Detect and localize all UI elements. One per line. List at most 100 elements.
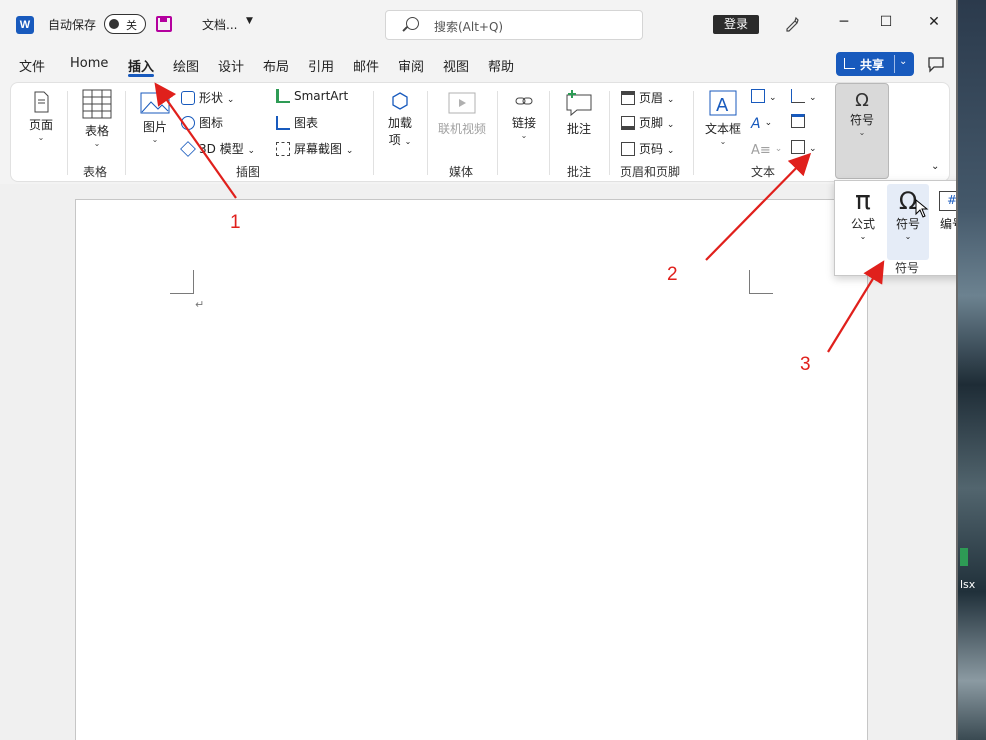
pi-icon: π — [855, 186, 871, 216]
addins-label: 加载 — [387, 116, 412, 130]
textbox-icon: A — [709, 90, 737, 116]
share-divider — [894, 55, 895, 73]
object-button[interactable]: ⌄ — [791, 140, 817, 154]
tab-file[interactable]: 文件 — [19, 56, 45, 75]
header-footer-group-label: 页眉和页脚 — [620, 165, 681, 179]
table-label: 表格 — [84, 124, 109, 138]
comment-group-label: 批注 — [567, 165, 592, 179]
chart-button[interactable]: 图表 — [276, 114, 318, 131]
chevron-down-icon: ⌄ — [666, 95, 675, 105]
share-button[interactable]: 共享 ⌄ — [836, 52, 914, 76]
desktop-file-icon[interactable] — [960, 548, 968, 566]
table-group-label: 表格 — [83, 165, 108, 179]
pen-icon[interactable] — [784, 16, 800, 32]
margin-corner-top-right — [749, 270, 773, 294]
page-button[interactable]: 页面 ⌄ — [23, 91, 59, 142]
online-video-label: 联机视频 — [437, 122, 486, 136]
margin-corner-top-left — [170, 270, 194, 294]
page-number-label: 页码 — [639, 142, 664, 156]
search-box[interactable]: 搜索(Alt+Q) — [385, 10, 643, 40]
wordart-button[interactable]: A ⌄ — [751, 114, 772, 132]
chevron-down-icon: ⌄ — [858, 128, 866, 137]
login-button[interactable]: 登录 — [713, 15, 759, 34]
date-time-button[interactable] — [791, 114, 809, 128]
footer-button[interactable]: 页脚 ⌄ — [621, 114, 674, 131]
group-separator — [373, 91, 374, 175]
tab-draw[interactable]: 绘图 — [173, 56, 199, 75]
svg-text:A: A — [716, 95, 729, 116]
chevron-down-icon: ⌄ — [226, 95, 235, 105]
header-button[interactable]: 页眉 ⌄ — [621, 89, 674, 106]
search-placeholder: 搜索(Alt+Q) — [434, 20, 504, 34]
maximize-button[interactable]: ☐ — [876, 14, 896, 34]
chevron-down-icon: ⌄ — [719, 137, 727, 146]
chevron-down-icon: ⌄ — [809, 93, 817, 103]
smartart-button[interactable]: SmartArt — [276, 89, 348, 103]
share-icon — [844, 58, 855, 69]
quick-parts-button[interactable]: ⌄ — [751, 89, 777, 103]
chevron-down-icon: ⌄ — [345, 146, 354, 156]
search-icon — [406, 17, 419, 30]
signature-line-button[interactable]: ⌄ — [791, 89, 817, 103]
link-label: 链接 — [511, 116, 536, 130]
tab-design[interactable]: 设计 — [218, 56, 244, 75]
tab-insert[interactable]: 插入 — [128, 56, 154, 75]
smartart-icon — [276, 89, 290, 103]
online-video-button[interactable]: 联机视频 — [435, 91, 489, 137]
group-separator — [693, 91, 694, 175]
tab-review[interactable]: 审阅 — [398, 56, 424, 75]
chevron-down-icon[interactable]: ▼ — [246, 16, 253, 26]
paragraph-mark-icon: ↵ — [195, 298, 205, 311]
3d-model-label: 3D 模型 — [199, 142, 244, 156]
addins-button[interactable]: 加载 项 ⌄ — [383, 91, 417, 148]
symbols-button[interactable]: Ω 符号 ⌄ — [835, 83, 889, 179]
autosave-toggle[interactable]: 关 — [104, 14, 146, 34]
page-number-button[interactable]: 页码 ⌄ — [621, 140, 674, 157]
save-icon[interactable] — [156, 16, 172, 32]
minimize-button[interactable]: ─ — [834, 14, 854, 34]
screenshot-label: 屏幕截图 — [294, 142, 343, 156]
tab-references[interactable]: 引用 — [308, 56, 334, 75]
picture-label: 图片 — [142, 120, 167, 134]
tab-layout[interactable]: 布局 — [263, 56, 289, 75]
group-separator — [125, 91, 126, 175]
picture-button[interactable]: 图片 ⌄ — [137, 91, 173, 144]
comment-button[interactable]: 批注 — [561, 89, 597, 137]
screenshot-button[interactable]: 屏幕截图 ⌄ — [276, 140, 353, 157]
ribbon-collapse-icon[interactable]: ⌄ — [931, 161, 939, 172]
3d-model-button[interactable]: 3D 模型 ⌄ — [180, 140, 255, 157]
tab-help[interactable]: 帮助 — [488, 56, 514, 75]
table-button[interactable]: 表格 ⌄ — [77, 89, 117, 148]
tab-mailings[interactable]: 邮件 — [353, 56, 379, 75]
shapes-label: 形状 — [199, 91, 224, 105]
equation-button[interactable]: π 公式 ⌄ — [843, 187, 883, 241]
document-name[interactable]: 文档... — [202, 16, 237, 33]
chevron-down-icon: ⌄ — [904, 232, 912, 241]
textbox-button[interactable]: A 文本框 ⌄ — [703, 89, 743, 146]
comment-icon[interactable] — [926, 54, 946, 74]
tab-home[interactable]: Home — [70, 56, 108, 71]
symbols-group-label: 符号 — [895, 261, 920, 275]
group-separator — [609, 91, 610, 175]
shapes-button[interactable]: 形状 ⌄ — [181, 89, 234, 106]
chevron-down-icon: ⌄ — [520, 131, 528, 140]
tab-view[interactable]: 视图 — [443, 56, 469, 75]
link-button[interactable]: 链接 ⌄ — [507, 91, 541, 140]
screenshot-icon — [276, 142, 290, 156]
footer-label: 页脚 — [639, 116, 664, 130]
chevron-down-icon: ⌄ — [93, 139, 101, 148]
chevron-down-icon: ⌄ — [809, 144, 817, 154]
drop-cap-button[interactable]: A≡ ⌄ — [751, 140, 782, 158]
close-button[interactable]: ✕ — [924, 14, 944, 34]
calendar-icon — [791, 114, 805, 128]
chevron-down-icon: ⌄ — [666, 120, 675, 130]
chevron-down-icon[interactable]: ⌄ — [899, 56, 907, 67]
share-label: 共享 — [860, 58, 885, 72]
autosave-label: 自动保存 — [48, 18, 97, 32]
icons-button[interactable]: 图标 — [181, 114, 223, 131]
mouse-cursor-icon — [915, 199, 929, 218]
autosave-state: 关 — [126, 19, 137, 32]
link-icon — [515, 97, 533, 105]
comment-label: 批注 — [566, 122, 591, 136]
signature-icon — [791, 89, 805, 103]
